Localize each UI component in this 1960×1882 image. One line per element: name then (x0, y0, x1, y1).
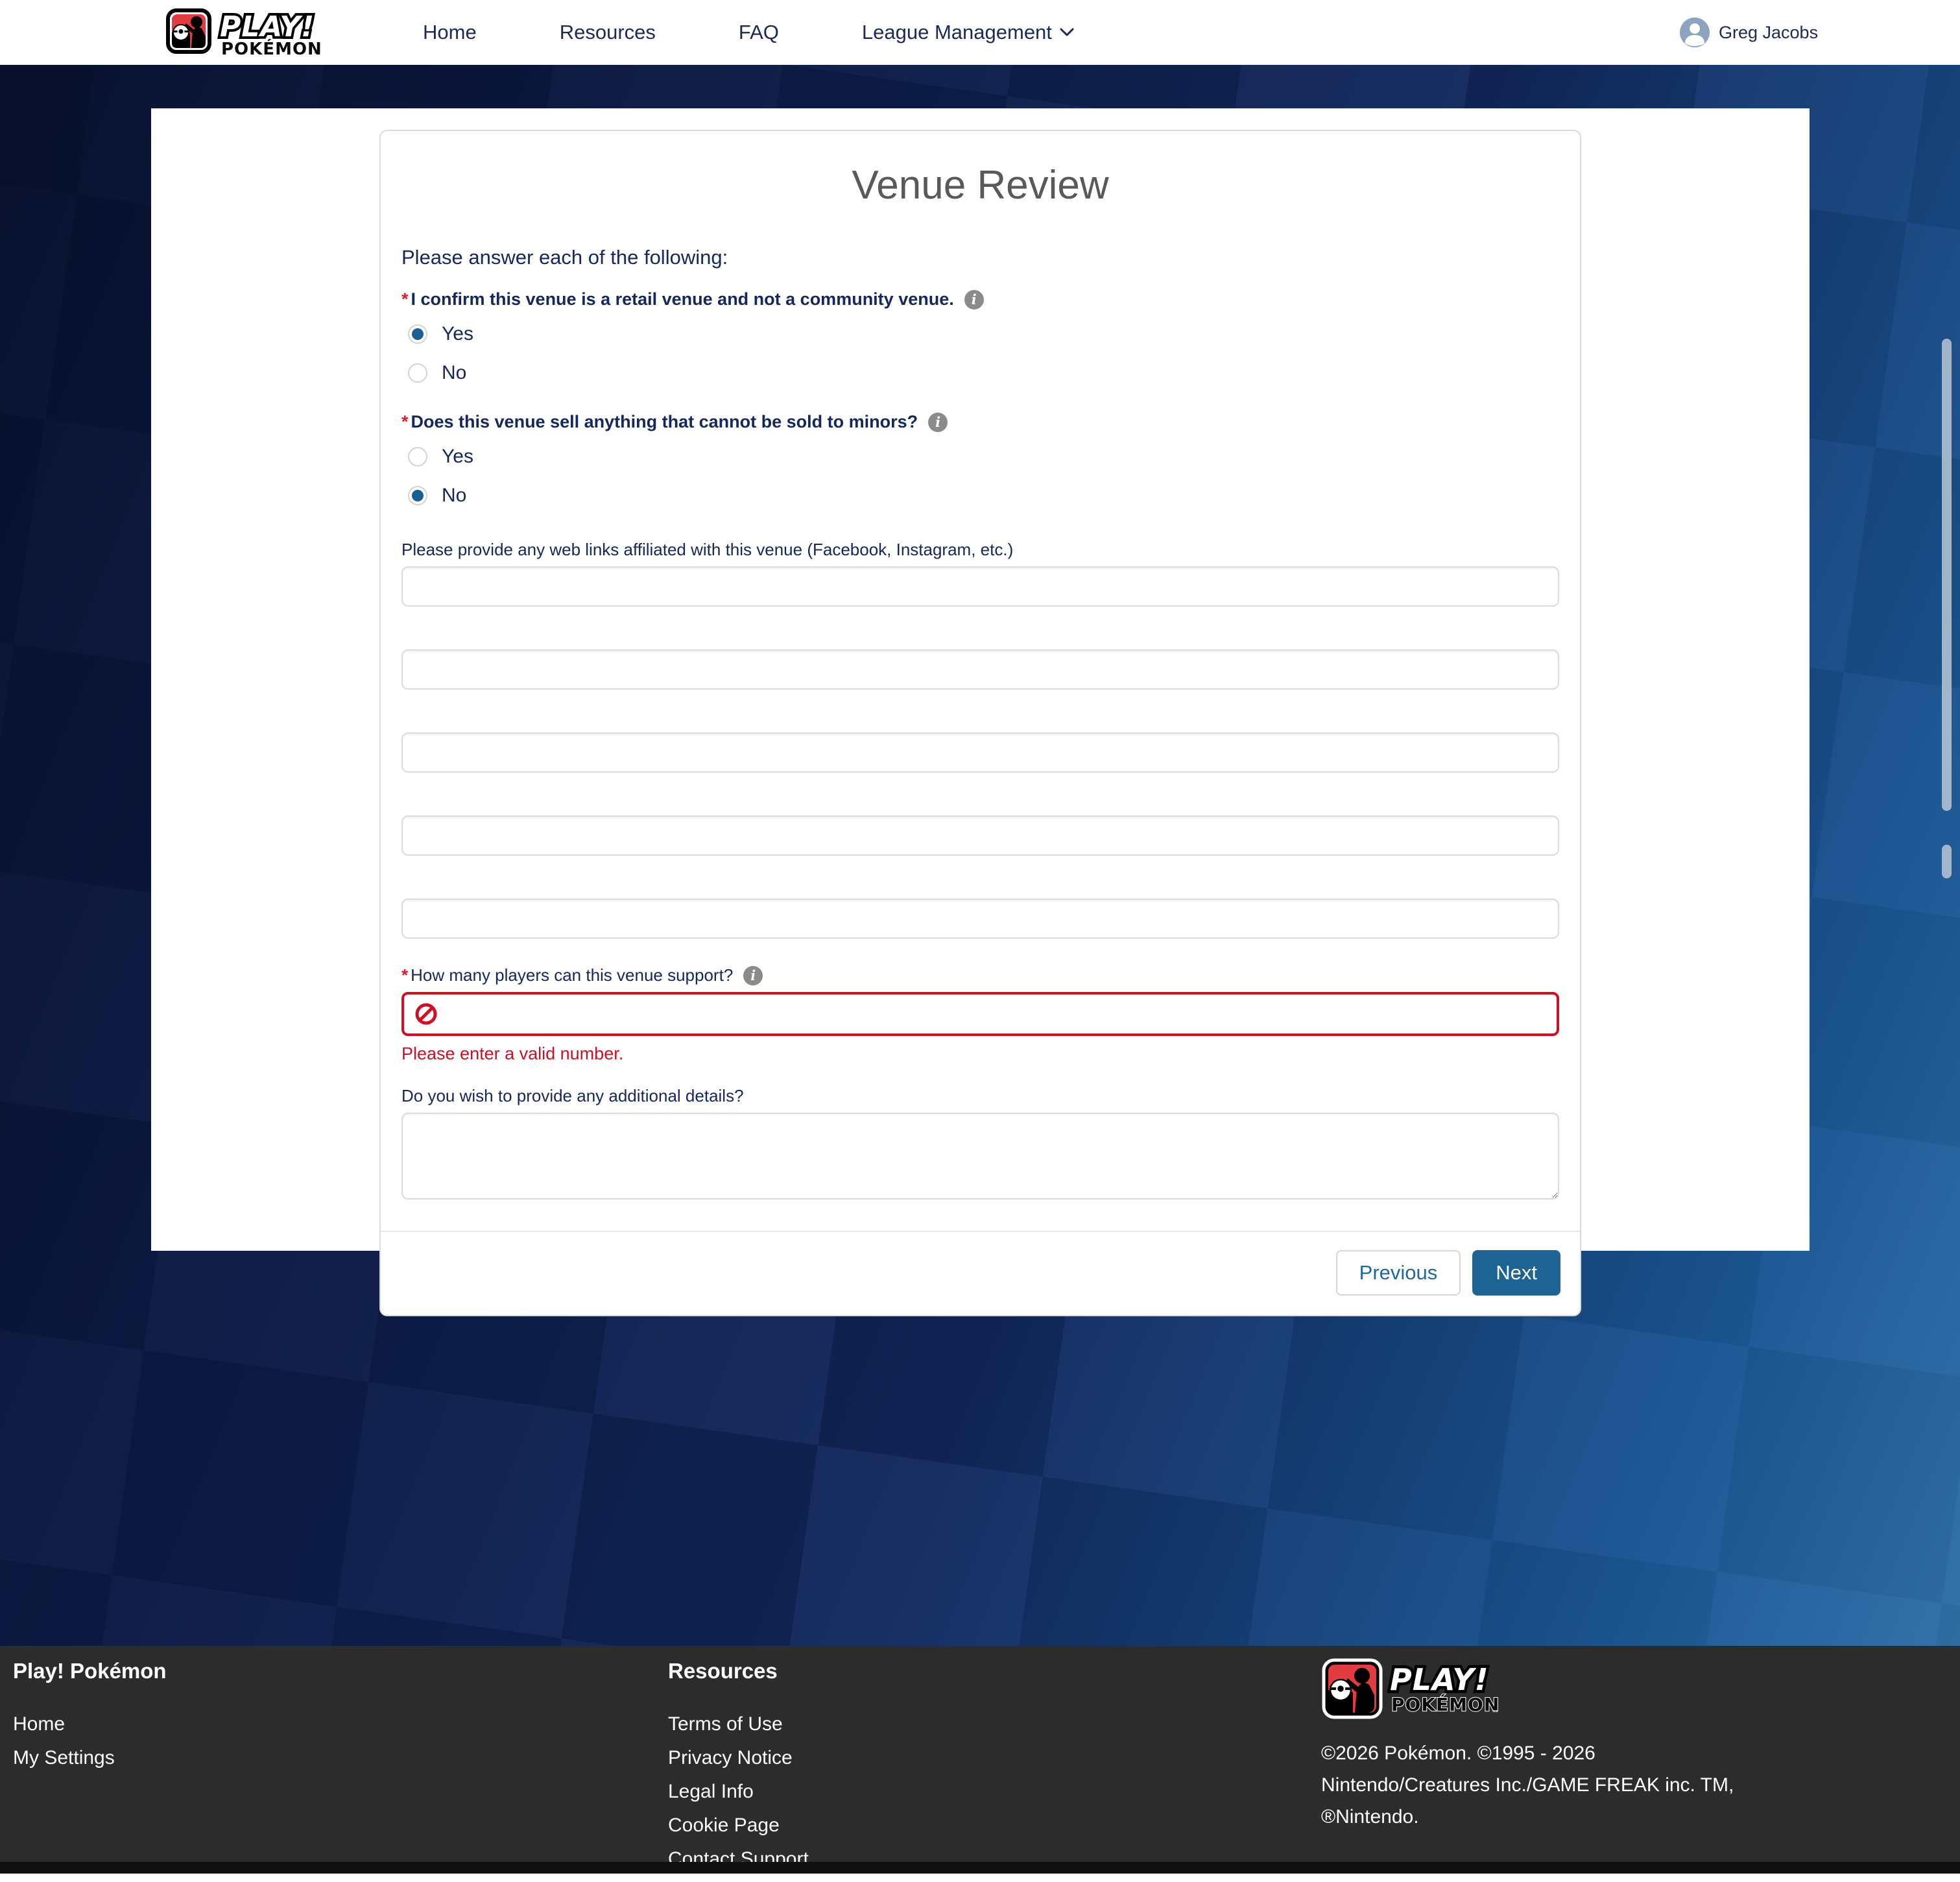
content-panel: Venue Review Please answer each of the f… (151, 108, 1810, 1251)
question-retail-venue-text: I confirm this venue is a retail venue a… (411, 289, 954, 309)
nav-item-league-management-label: League Management (862, 21, 1052, 44)
required-asterisk: * (401, 289, 409, 309)
scrollbar-thumb-lower[interactable] (1942, 845, 1952, 878)
copyright-text: ©2026 Pokémon. ©1995 - 2026 Nintendo/Cre… (1321, 1737, 1827, 1833)
footer-link-terms-of-use[interactable]: Terms of Use (668, 1713, 809, 1735)
players-question-text: How many players can this venue support? (411, 965, 733, 985)
footer-link-cookie-page[interactable]: Cookie Page (668, 1815, 809, 1837)
radio-q1-no-label: No (442, 362, 466, 384)
radio-q2-yes[interactable] (408, 447, 427, 466)
footer-column-play-pokemon: Play! Pokémon Home My Settings (13, 1659, 167, 1781)
nav-item-home[interactable]: Home (381, 21, 518, 44)
form-intro: Please answer each of the following: (401, 246, 1559, 269)
players-count-input[interactable] (446, 995, 1546, 1033)
web-link-input-4[interactable] (401, 815, 1559, 856)
nav-item-resources[interactable]: Resources (518, 21, 697, 44)
question-sell-minors-label: * Does this venue sell anything that can… (401, 412, 1559, 432)
play-pokemon-logo[interactable]: PLAY! POKÉMON ™ (165, 5, 379, 63)
logo-tm: ™ (313, 51, 320, 59)
logo-pokemon-text: POKÉMON (221, 38, 322, 59)
chevron-down-icon (1060, 28, 1074, 37)
footer-link-privacy-notice[interactable]: Privacy Notice (668, 1747, 809, 1769)
footer-heading-resources: Resources (668, 1659, 809, 1683)
footer-link-home[interactable]: Home (13, 1713, 167, 1735)
footer-logo-badge (1324, 1660, 1381, 1717)
site-footer: Play! Pokémon Home My Settings Resources… (0, 1646, 1960, 1862)
radio-option-q2-no[interactable]: No (408, 481, 1559, 510)
nav-item-league-management[interactable]: League Management (820, 21, 1116, 44)
venue-review-card: Venue Review Please answer each of the f… (379, 130, 1581, 1316)
user-name: Greg Jacobs (1719, 23, 1818, 43)
radio-option-q1-no[interactable]: No (408, 359, 1559, 387)
radio-q1-yes[interactable] (408, 324, 427, 344)
radio-q2-yes-label: Yes (442, 446, 473, 468)
footer-column-legal: PLAY! POKÉMON ™ ©2026 Pokémon. ©1995 - 2… (1321, 1656, 1827, 1833)
footer-play-pokemon-logo: PLAY! POKÉMON ™ (1321, 1656, 1522, 1724)
required-asterisk: * (401, 412, 409, 432)
additional-details-label: Do you wish to provide any additional de… (401, 1086, 1559, 1106)
web-link-input-1[interactable] (401, 566, 1559, 607)
scrollbar-thumb[interactable] (1942, 339, 1952, 811)
question-sell-minors: * Does this venue sell anything that can… (401, 412, 1559, 510)
web-link-input-3[interactable] (401, 732, 1559, 773)
question-sell-minors-text: Does this venue sell anything that canno… (411, 412, 918, 432)
previous-button[interactable]: Previous (1336, 1250, 1461, 1296)
required-asterisk: * (401, 965, 408, 985)
footer-heading-play-pokemon: Play! Pokémon (13, 1659, 167, 1683)
question-retail-venue: * I confirm this venue is a retail venue… (401, 289, 1559, 387)
avatar (1680, 18, 1710, 47)
prohibition-icon (414, 1002, 438, 1026)
radio-q1-no[interactable] (408, 363, 427, 383)
players-question-label: * How many players can this venue suppor… (401, 965, 1559, 985)
additional-details-textarea[interactable] (401, 1113, 1559, 1200)
players-input-wrapper (401, 992, 1559, 1036)
copyright-line-2: Nintendo/Creatures Inc./GAME FREAK inc. … (1321, 1769, 1827, 1801)
next-button[interactable]: Next (1472, 1250, 1560, 1296)
nav-item-resources-label: Resources (560, 21, 656, 44)
players-error-message: Please enter a valid number. (401, 1044, 1559, 1064)
radio-q2-no-label: No (442, 485, 466, 507)
footer-logo-pokemon-text: POKÉMON (1391, 1693, 1500, 1715)
logo-play-text: PLAY! (220, 10, 315, 43)
copyright-line-1: ©2026 Pokémon. ©1995 - 2026 (1321, 1737, 1827, 1769)
footer-logo-tm: ™ (1491, 1709, 1499, 1718)
info-icon[interactable]: i (964, 290, 984, 309)
info-icon[interactable]: i (743, 966, 763, 985)
footer-logo-play-text: PLAY! (1390, 1662, 1489, 1697)
card-footer: Previous Next (381, 1231, 1580, 1315)
radio-q1-yes-label: Yes (442, 323, 473, 345)
question-retail-venue-label: * I confirm this venue is a retail venue… (401, 289, 1559, 309)
user-menu[interactable]: Greg Jacobs (1680, 0, 1818, 65)
radio-option-q2-yes[interactable]: Yes (408, 442, 1559, 471)
top-navbar: PLAY! POKÉMON ™ Home Resources FAQ Leagu… (0, 0, 1960, 65)
nav-item-faq[interactable]: FAQ (697, 21, 820, 44)
copyright-line-3: ®Nintendo. (1321, 1801, 1827, 1833)
footer-column-resources: Resources Terms of Use Privacy Notice Le… (668, 1659, 809, 1882)
radio-q2-no[interactable] (408, 486, 427, 505)
nav-item-home-label: Home (423, 21, 477, 44)
info-icon[interactable]: i (928, 413, 948, 432)
footer-link-my-settings[interactable]: My Settings (13, 1747, 167, 1769)
web-link-input-5[interactable] (401, 899, 1559, 939)
play-pokemon-logo-graphic: PLAY! POKÉMON ™ (165, 5, 379, 60)
nav-item-faq-label: FAQ (739, 21, 779, 44)
footer-link-legal-info[interactable]: Legal Info (668, 1781, 809, 1803)
page-title: Venue Review (401, 162, 1559, 208)
web-link-input-2[interactable] (401, 649, 1559, 690)
logo-badge (168, 10, 209, 52)
radio-option-q1-yes[interactable]: Yes (408, 320, 1559, 348)
bottom-strip (0, 1862, 1960, 1874)
main-nav: Home Resources FAQ League Management (381, 0, 1116, 65)
web-links-label: Please provide any web links affiliated … (401, 540, 1559, 560)
